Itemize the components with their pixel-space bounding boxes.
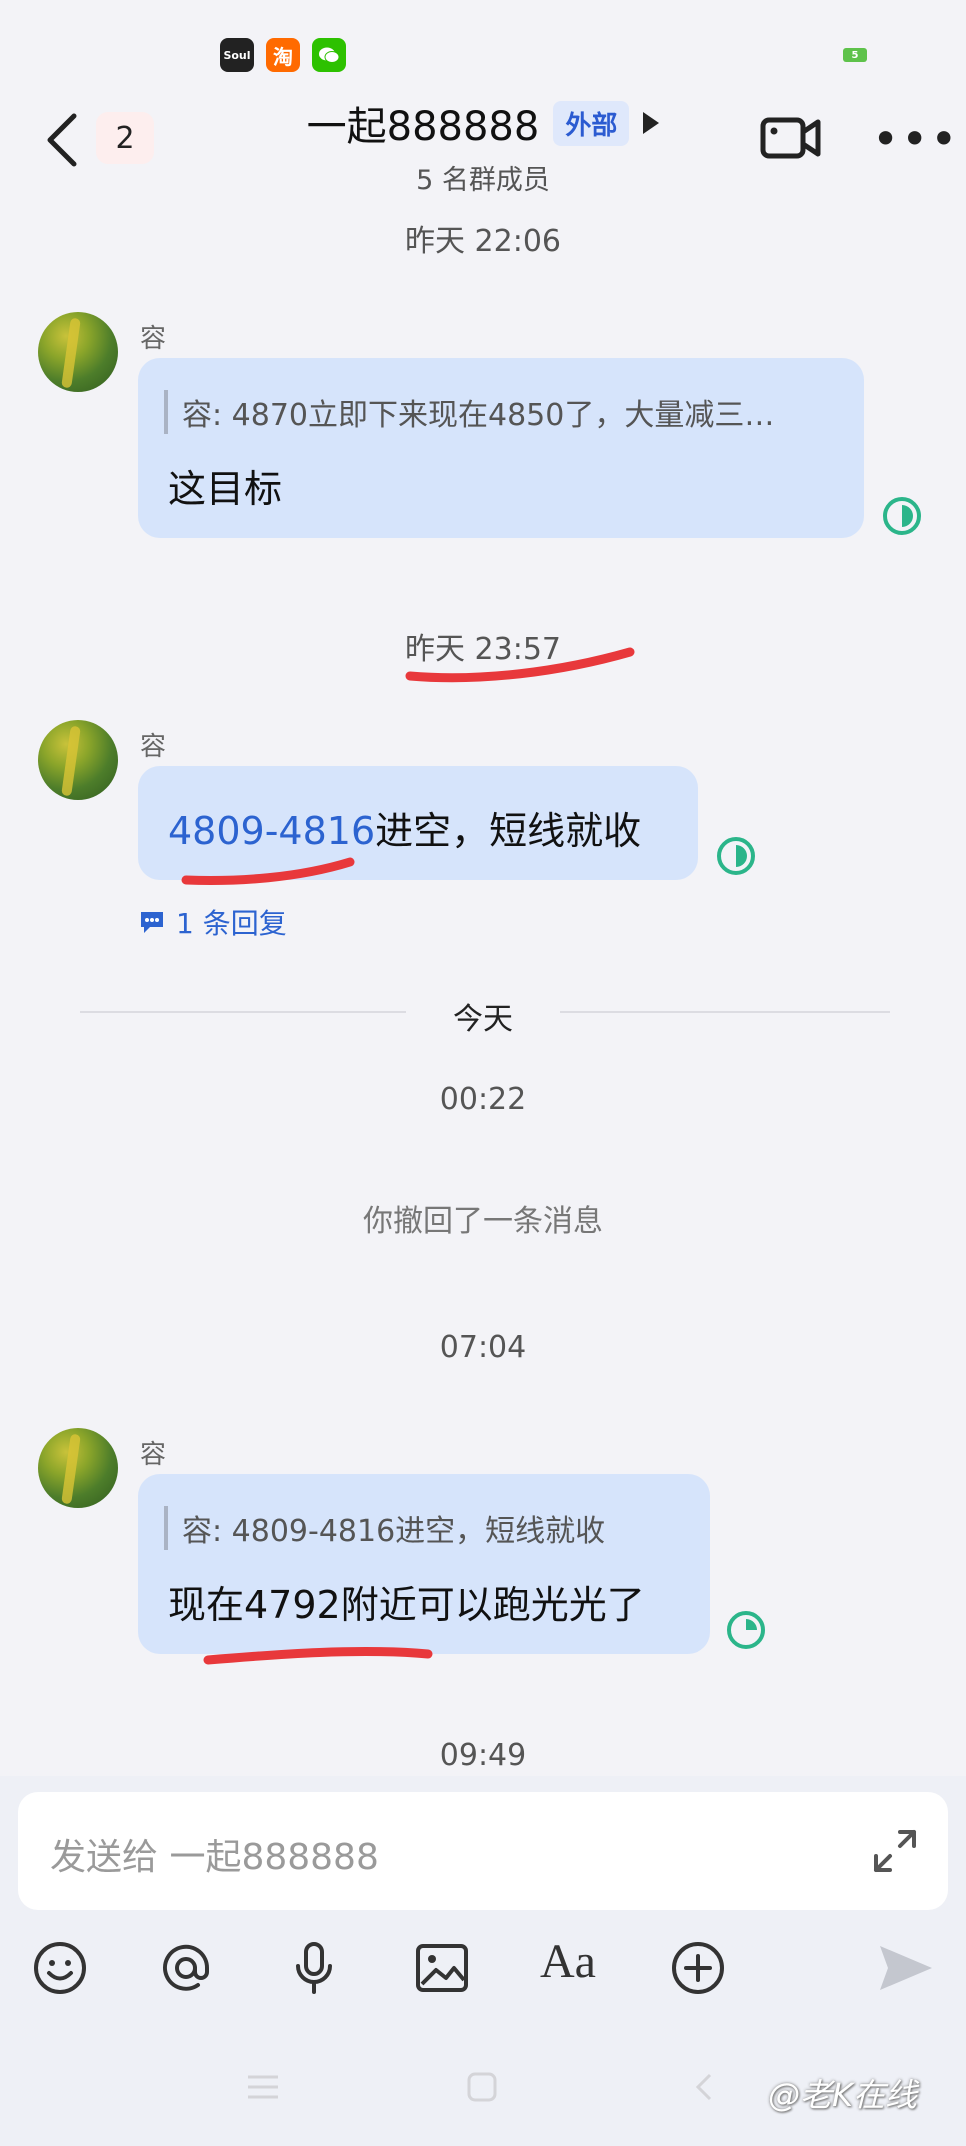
message-bubble[interactable]: 容: 4870立即下来现在4850了，大量减三… 这目标: [138, 358, 864, 538]
annotation-underline: [181, 857, 355, 885]
back-nav-icon[interactable]: [692, 2072, 716, 2106]
timestamp: 09:49: [439, 1738, 527, 1773]
read-status-icon[interactable]: [882, 496, 922, 536]
more-options-icon[interactable]: •••: [872, 116, 959, 162]
message-text: 现在4792附近可以跑光光了: [168, 1583, 645, 1627]
quoted-message[interactable]: 容: 4809-4816进空，短线就收: [164, 1506, 605, 1550]
annotation-underline: [405, 647, 635, 683]
mention-icon[interactable]: [158, 1940, 214, 1996]
annotation-underline: [203, 1647, 433, 1665]
format-icon[interactable]: Aa: [540, 1934, 596, 1989]
read-status-icon[interactable]: [716, 836, 756, 876]
message-bubble[interactable]: 容: 4809-4816进空，短线就收 现在4792附近可以跑光光了: [138, 1474, 710, 1654]
image-icon[interactable]: [414, 1940, 470, 1996]
date-divider: 今天: [453, 1002, 513, 1037]
avatar[interactable]: [38, 1428, 118, 1508]
message-text: 4809-4816进空，短线就收: [168, 809, 642, 853]
avatar[interactable]: [38, 312, 118, 392]
avatar[interactable]: [38, 720, 118, 800]
number-range-link[interactable]: 4809-4816: [168, 809, 375, 853]
video-call-icon[interactable]: [760, 114, 822, 166]
reply-icon: [141, 912, 163, 933]
play-arrow-icon[interactable]: [643, 112, 660, 134]
menu-nav-icon[interactable]: [246, 2072, 280, 2106]
divider-line: [560, 1011, 890, 1013]
sender-name: 容: [140, 732, 167, 762]
external-tag: 外部: [553, 100, 630, 146]
quoted-message[interactable]: 容: 4870立即下来现在4850了，大量减三…: [164, 390, 774, 434]
sender-name: 容: [140, 1440, 167, 1470]
soul-app-icon: Soul: [220, 38, 254, 72]
battery-icon: 5: [843, 48, 867, 62]
taobao-app-icon: 淘: [266, 38, 300, 72]
sender-name: 容: [140, 324, 167, 354]
emoji-icon[interactable]: [32, 1940, 88, 1996]
system-message: 你撤回了一条消息: [363, 1204, 603, 1239]
expand-icon[interactable]: [872, 1828, 918, 1874]
input-placeholder: 发送给 一起888888: [50, 1837, 379, 1878]
send-icon[interactable]: [876, 1940, 936, 1996]
timestamp: 07:04: [439, 1330, 527, 1365]
voice-icon[interactable]: [286, 1940, 342, 1996]
wechat-app-icon: [312, 38, 346, 72]
timestamp: 昨天 22:06: [405, 224, 561, 259]
reply-thread-link[interactable]: 1 条回复: [138, 902, 287, 942]
timestamp: 00:22: [439, 1082, 527, 1117]
message-text: 这目标: [168, 467, 283, 511]
plus-icon[interactable]: [670, 1940, 726, 1996]
group-title[interactable]: 一起888888: [307, 94, 540, 152]
watermark: @老K在线: [768, 2076, 917, 2114]
home-nav-icon[interactable]: [466, 2072, 498, 2106]
message-input[interactable]: 发送给 一起888888: [18, 1792, 948, 1910]
sending-status-icon[interactable]: [726, 1610, 766, 1650]
